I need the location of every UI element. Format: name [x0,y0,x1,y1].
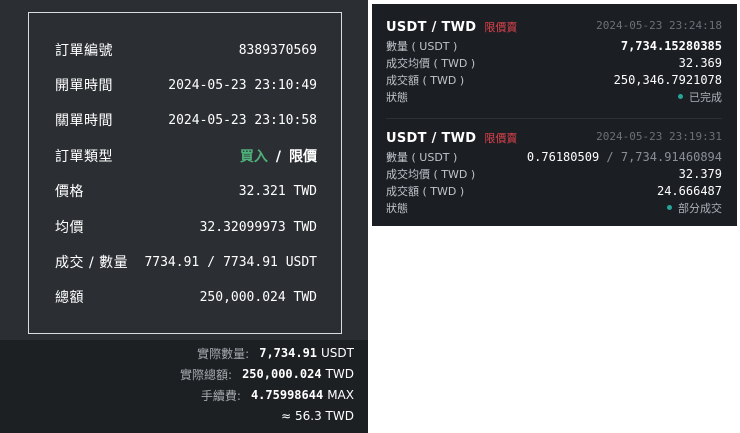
filled-qty-value: 7734.91 / 7734.91 USDT [144,255,317,270]
actual-qty-label: 實際數量: [197,346,250,361]
order-qty-row: 數量 ( USDT ) 0.76180509 / 7,734.91460894 [386,148,722,165]
order-detail-panel: 訂單編號 8389370569 開單時間 2024-05-23 23:10:49… [0,0,368,433]
order-type-badge: 限價賣 [484,20,518,34]
trading-pair: USDT / TWD [386,19,477,35]
status-text: 已完成 [689,90,722,104]
settlement-summary: 實際數量: 7,734.91 USDT 實際總額: 250,000.024 TW… [0,340,368,433]
status-dot-icon [667,205,672,210]
order-total-row: 成交額 ( TWD ) 24.666487 [386,182,722,199]
order-detail-box: 訂單編號 8389370569 開單時間 2024-05-23 23:10:49… [28,12,342,334]
order-time: 2024-05-23 23:24:18 [596,18,722,32]
trading-pair: USDT / TWD [386,130,477,146]
order-side: 買入 [239,149,268,165]
qty-value: 0.76180509 / 7,734.91460894 [527,150,722,164]
fee-approx-row: ≈ 56.3 TWD [277,406,354,426]
order-avg-row: 成交均價 ( TWD ) 32.379 [386,165,722,182]
price-label: 價格 [55,184,84,200]
order-card-header: USDT / TWD 限價賣 2024-05-23 23:24:18 [386,16,722,35]
order-amount: 7734.91 USDT [223,254,317,270]
actual-qty-row: 實際數量: 7,734.91 USDT [197,343,354,363]
row-order-type: 訂單類型 買入 / 限價 [55,144,317,168]
row-filled-qty: 成交 / 數量 7734.91 / 7734.91 USDT [55,250,317,274]
status-badge: 已完成 [678,89,722,105]
order-history-panel: USDT / TWD 限價賣 2024-05-23 23:24:18 數量 ( U… [372,4,737,226]
qty-label: 數量 ( USDT ) [386,150,458,164]
price-value: 32.321 TWD [238,183,317,199]
open-time-label: 開單時間 [55,78,113,94]
total-value: 250,000.024 TWD [199,289,317,305]
filled-amount: 7734.91 [144,254,200,270]
total-label: 總額 [55,290,84,306]
status-label: 狀態 [386,201,408,215]
row-total: 總額 250,000.024 TWD [55,285,317,309]
order-avg-row: 成交均價 ( TWD ) 32.369 [386,54,722,71]
card-divider [386,118,722,119]
order-type-badge: 限價賣 [484,131,518,145]
order-id-label: 訂單編號 [55,43,113,59]
row-close-time: 關單時間 2024-05-23 23:10:58 [55,108,317,132]
order-type-value: 買入 / 限價 [240,146,317,166]
actual-total-row: 實際總額: 250,000.024 TWD [180,364,354,384]
total-value: 24.666487 [656,183,722,198]
order-kind: 限價 [289,149,317,165]
avg-label: 成交均價 ( TWD ) [386,56,476,70]
status-dot-icon [678,94,683,99]
qty-value: 7,734.15280385 [620,38,722,53]
qty-filled: 0.76180509 [526,149,600,164]
row-avg-price: 均價 32.32099973 TWD [55,215,317,239]
row-price: 價格 32.321 TWD [55,179,317,203]
open-time-value: 2024-05-23 23:10:49 [168,77,317,93]
fee-value: 4.75998644 [250,388,324,402]
order-time: 2024-05-23 23:19:31 [596,129,722,143]
avg-value: 32.369 [678,55,722,70]
avg-price-value: 32.32099973 TWD [199,219,317,235]
status-badge: 部分成交 [667,200,722,216]
order-type-slash: / [275,149,281,165]
filled-slash: / [207,254,216,270]
actual-qty-unit: USDT [321,346,354,360]
order-status-row: 狀態 部分成交 [386,199,722,216]
close-time-value: 2024-05-23 23:10:58 [168,112,317,128]
row-open-time: 開單時間 2024-05-23 23:10:49 [55,73,317,97]
actual-total-label: 實際總額: [180,367,233,382]
total-value: 250,346.7921078 [613,72,722,87]
order-total-row: 成交額 ( TWD ) 250,346.7921078 [386,71,722,88]
order-card[interactable]: USDT / TWD 限價賣 2024-05-23 23:19:31 數量 ( U… [386,127,722,223]
status-label: 狀態 [386,90,408,104]
order-id-value: 8389370569 [238,42,317,58]
fee-unit: MAX [327,388,354,402]
actual-qty-value: 7,734.91 [259,346,318,360]
order-card-title: USDT / TWD 限價賣 [386,16,517,35]
avg-value: 32.379 [678,166,722,181]
fee-row: 手續費: 4.75998644 MAX [201,385,354,405]
order-type-label: 訂單類型 [55,149,113,165]
status-text: 部分成交 [678,201,722,215]
fee-approx: ≈ 56.3 TWD [281,409,354,423]
total-label: 成交額 ( TWD ) [386,73,465,87]
row-order-id: 訂單編號 8389370569 [55,38,317,62]
avg-price-label: 均價 [55,220,84,236]
qty-total: / 7,734.91460894 [599,149,722,164]
avg-label: 成交均價 ( TWD ) [386,167,476,181]
filled-qty-label: 成交 / 數量 [55,255,129,271]
qty-label: 數量 ( USDT ) [386,39,458,53]
fee-label: 手續費: [200,388,241,403]
order-qty-row: 數量 ( USDT ) 7,734.15280385 [386,37,722,54]
total-label: 成交額 ( TWD ) [386,184,465,198]
close-time-label: 關單時間 [55,113,113,129]
actual-total-unit: TWD [325,367,354,381]
order-status-row: 狀態 已完成 [386,88,722,105]
order-card-header: USDT / TWD 限價賣 2024-05-23 23:19:31 [386,127,722,146]
actual-total-value: 250,000.024 [242,367,322,381]
order-card-title: USDT / TWD 限價賣 [386,127,517,146]
order-card[interactable]: USDT / TWD 限價賣 2024-05-23 23:24:18 數量 ( U… [386,16,722,112]
